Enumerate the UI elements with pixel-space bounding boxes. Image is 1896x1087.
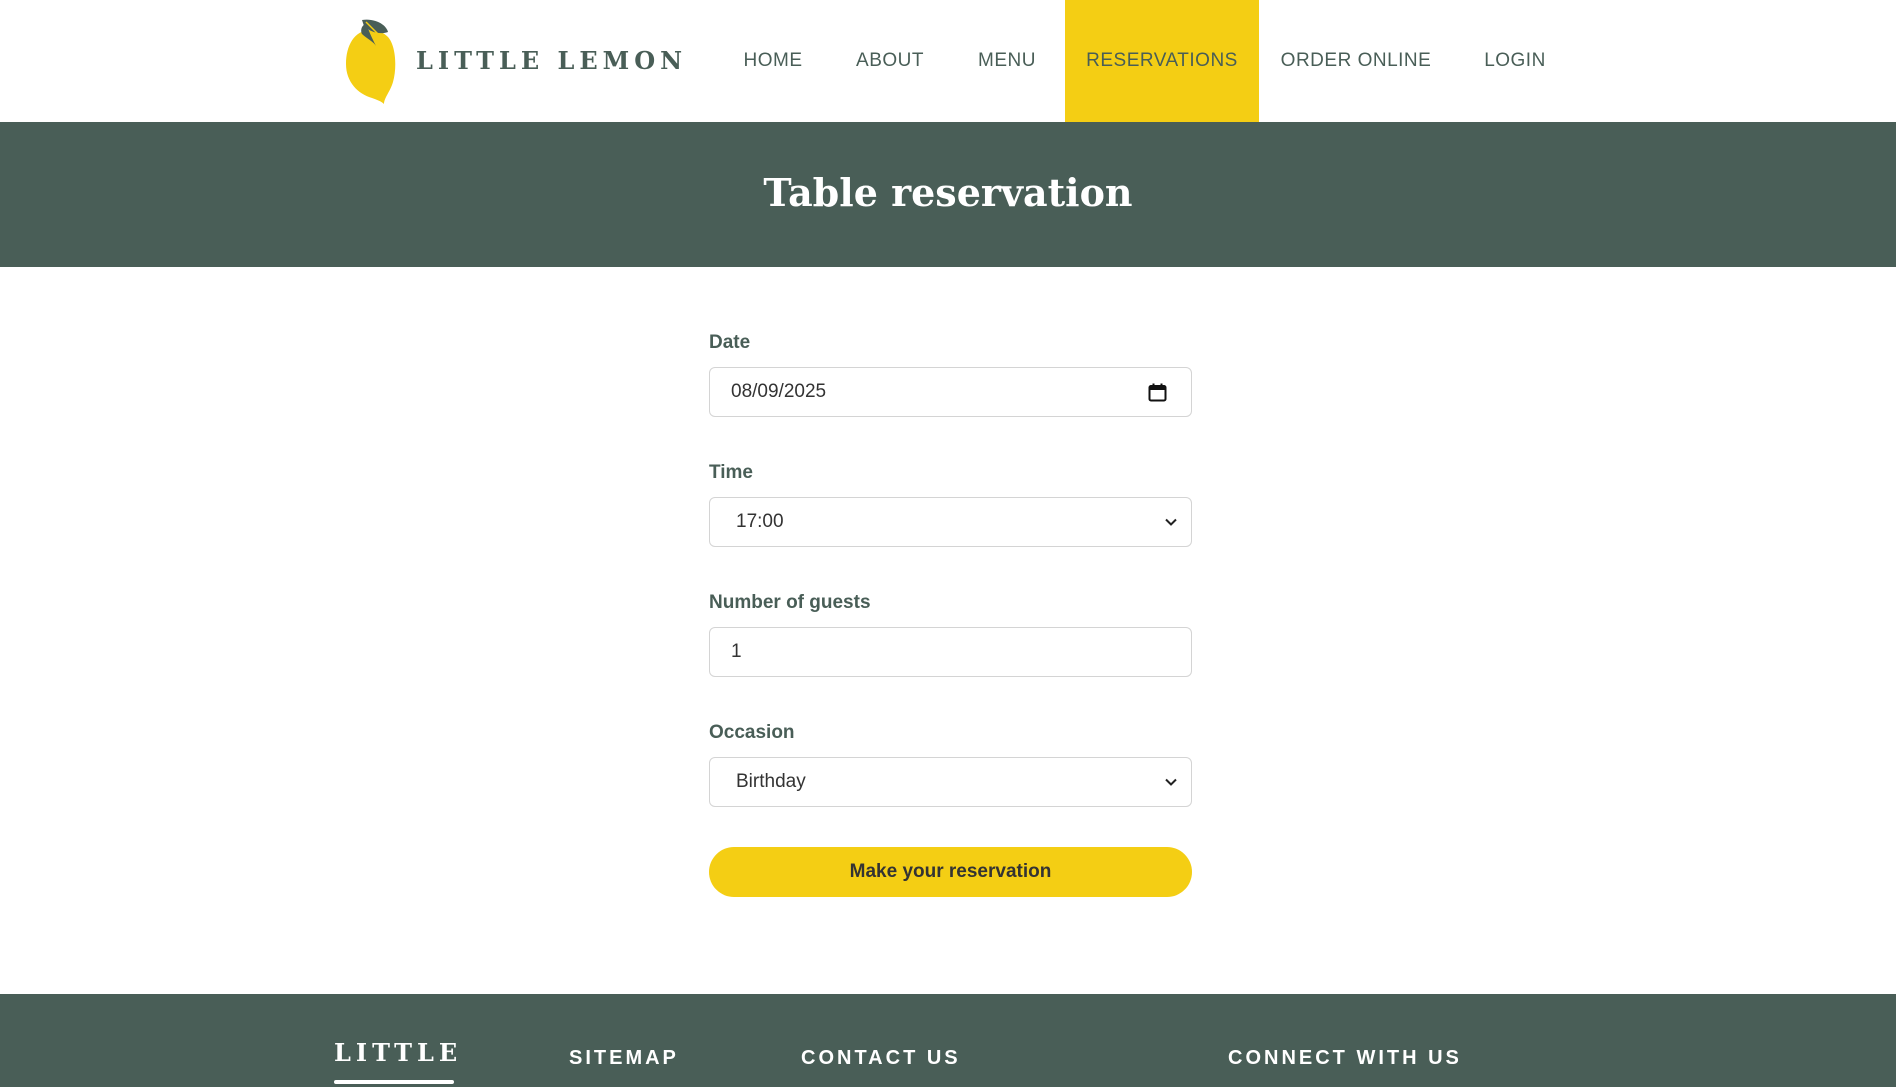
nav-order-online[interactable]: ORDER ONLINE xyxy=(1259,0,1453,122)
page-banner: Table reservation xyxy=(0,122,1896,267)
calendar-icon[interactable] xyxy=(1137,383,1177,402)
date-label: Date xyxy=(709,332,751,353)
nav-home[interactable]: HOME xyxy=(715,0,831,122)
occasion-select[interactable]: Birthday xyxy=(709,757,1192,807)
time-field-group: Time 17:00 xyxy=(709,460,1192,547)
date-field-group: Date 08/09/2025 xyxy=(709,330,1192,417)
nav-login[interactable]: LOGIN xyxy=(1453,0,1577,122)
time-value: 17:00 xyxy=(736,511,784,532)
footer-contact-heading: CONTACT US xyxy=(801,1047,961,1069)
lemon-icon xyxy=(346,19,396,104)
guests-input[interactable]: 1 xyxy=(709,627,1192,677)
date-value: 08/09/2025 xyxy=(731,381,827,402)
occasion-field-group: Occasion Birthday xyxy=(709,720,1192,807)
guests-value: 1 xyxy=(731,641,742,662)
occasion-label: Occasion xyxy=(709,722,795,743)
nav-reservations[interactable]: RESERVATIONS xyxy=(1065,0,1259,122)
chevron-down-icon xyxy=(1151,518,1191,526)
guests-field-group: Number of guests 1 xyxy=(709,590,1192,677)
footer-connect-heading: CONNECT WITH US xyxy=(1228,1047,1462,1069)
brand-name: LITTLE LEMON xyxy=(416,45,688,75)
site-header: LITTLE LEMON HOME ABOUT MENU RESERVATION… xyxy=(0,0,1896,122)
time-label: Time xyxy=(709,462,754,483)
site-footer: LITTLE SITEMAP CONTACT US CONNECT WITH U… xyxy=(0,994,1896,1087)
chevron-down-icon xyxy=(1151,778,1191,786)
guests-label: Number of guests xyxy=(709,592,871,613)
footer-logo-underline xyxy=(334,1080,454,1084)
page-title: Table reservation xyxy=(763,170,1133,215)
logo[interactable]: LITTLE LEMON xyxy=(344,16,687,104)
main-nav: HOME ABOUT MENU RESERVATIONS ORDER ONLIN… xyxy=(715,0,1577,122)
nav-about[interactable]: ABOUT xyxy=(831,0,949,122)
make-reservation-button[interactable]: Make your reservation xyxy=(709,847,1192,897)
nav-menu[interactable]: MENU xyxy=(949,0,1065,122)
time-select[interactable]: 17:00 xyxy=(709,497,1192,547)
footer-sitemap-heading: SITEMAP xyxy=(569,1047,679,1069)
occasion-value: Birthday xyxy=(736,771,806,792)
date-input[interactable]: 08/09/2025 xyxy=(709,367,1192,417)
footer-logo[interactable]: LITTLE xyxy=(334,1038,462,1067)
